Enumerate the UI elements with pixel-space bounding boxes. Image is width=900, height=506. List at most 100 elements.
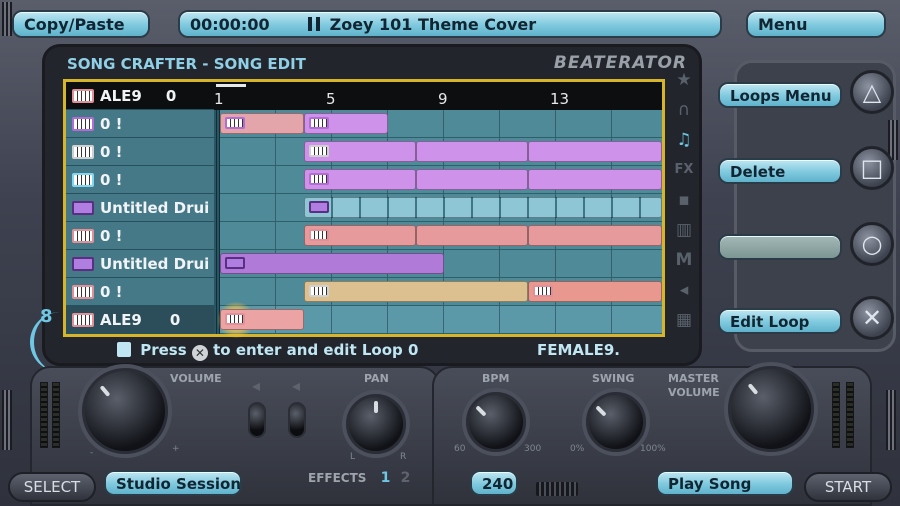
circle-button[interactable]: ○ bbox=[850, 222, 894, 266]
right-level-meter bbox=[832, 382, 840, 448]
track-row-label[interactable]: 0 ! bbox=[66, 110, 214, 138]
notes-icon[interactable]: ♫ bbox=[673, 129, 695, 151]
status-hint-text: to enter and edit Loop 0 bbox=[213, 341, 419, 359]
time-display: 00:00:00 bbox=[190, 14, 270, 34]
swing-knob[interactable] bbox=[586, 392, 646, 452]
track-label: 0 ! bbox=[100, 142, 123, 161]
loop-clip-selected[interactable] bbox=[220, 309, 304, 330]
fx-icon[interactable]: FX bbox=[673, 159, 695, 181]
loop-clip[interactable] bbox=[304, 225, 416, 246]
keyboard-icon bbox=[72, 284, 94, 299]
track-row-label-selected[interactable]: ALE9 0 bbox=[66, 306, 214, 334]
ruler-tick: 1 bbox=[214, 90, 224, 108]
volume-plus-label: + bbox=[172, 444, 180, 454]
keyboard-icon bbox=[533, 285, 553, 297]
beaterator-song-edit-screen: Copy/Paste 00:00:00 Zoey 101 Theme Cover… bbox=[0, 0, 900, 506]
track-row-label[interactable]: 0 ! bbox=[66, 166, 214, 194]
track-lane[interactable] bbox=[220, 250, 662, 278]
drum-pads-icon[interactable]: ▪ bbox=[673, 189, 695, 211]
track-row-label[interactable]: 0 ! bbox=[66, 138, 214, 166]
drum-icon bbox=[225, 257, 245, 269]
solo-toggle[interactable] bbox=[288, 402, 306, 438]
loops-menu-button[interactable]: Loops Menu bbox=[718, 82, 842, 108]
delete-button[interactable]: Delete bbox=[718, 158, 842, 184]
loop-clip[interactable] bbox=[304, 169, 416, 190]
left-top-grip bbox=[2, 2, 12, 36]
loop-clip[interactable] bbox=[304, 281, 528, 302]
loop-clip[interactable] bbox=[220, 253, 444, 274]
track-lane[interactable] bbox=[220, 138, 662, 166]
star-icon[interactable]: ★ bbox=[673, 69, 695, 91]
track-lane[interactable] bbox=[220, 278, 662, 306]
pan-label: PAN bbox=[364, 372, 389, 385]
speaker-icon[interactable]: ◂ bbox=[673, 279, 695, 301]
loop-clip[interactable] bbox=[220, 113, 304, 134]
keyboard-icon bbox=[72, 172, 94, 187]
studio-session-label: Studio Session bbox=[116, 475, 242, 493]
channel-arc bbox=[30, 312, 70, 372]
delete-label: Delete bbox=[730, 163, 786, 181]
pan-knob[interactable] bbox=[346, 394, 406, 454]
effects-option-1[interactable]: 1 bbox=[381, 470, 391, 486]
select-button[interactable]: SELECT bbox=[8, 472, 96, 502]
circle-icon: ○ bbox=[861, 230, 883, 258]
copy-paste-button[interactable]: Copy/Paste bbox=[12, 10, 150, 38]
effects-selector[interactable]: EFFECTS 1 2 bbox=[308, 470, 410, 486]
bpm-knob[interactable] bbox=[466, 392, 526, 452]
loop-clip[interactable] bbox=[416, 141, 528, 162]
effects-option-2[interactable]: 2 bbox=[401, 470, 411, 486]
track-lane[interactable] bbox=[220, 194, 662, 222]
m-icon[interactable]: M bbox=[673, 249, 695, 271]
headphones-icon[interactable]: ∩ bbox=[673, 99, 695, 121]
loop-clip[interactable] bbox=[416, 169, 528, 190]
center-grille bbox=[536, 482, 578, 496]
track-row-label[interactable]: Untitled Drui bbox=[66, 194, 214, 222]
loop-clip[interactable] bbox=[528, 281, 662, 302]
solo-speaker-icon: ◂ bbox=[292, 376, 301, 395]
swing-max-label: 100% bbox=[640, 444, 666, 454]
loop-clip[interactable] bbox=[304, 197, 662, 218]
right-side-grip bbox=[886, 390, 896, 450]
track-row-label[interactable]: 0 ! bbox=[66, 278, 214, 306]
knob-indicator bbox=[475, 405, 487, 417]
header-row-name: ALE9 bbox=[100, 86, 142, 105]
loop-clip[interactable] bbox=[416, 225, 528, 246]
mute-toggle[interactable] bbox=[248, 402, 266, 438]
volume-knob[interactable] bbox=[82, 368, 168, 454]
edit-loop-button[interactable]: Edit Loop bbox=[718, 308, 842, 334]
triangle-button[interactable]: △ bbox=[850, 70, 894, 114]
studio-session-button[interactable]: Studio Session bbox=[104, 470, 242, 496]
loop-clip[interactable] bbox=[528, 141, 662, 162]
loop-clip[interactable] bbox=[528, 169, 662, 190]
loop-clip[interactable] bbox=[304, 113, 388, 134]
cross-button[interactable]: ✕ bbox=[850, 296, 894, 340]
menu-button[interactable]: Menu bbox=[746, 10, 886, 38]
keyboard-icon bbox=[72, 116, 94, 131]
loops-menu-label: Loops Menu bbox=[730, 87, 832, 105]
timeline-ruler[interactable]: 1 5 9 13 bbox=[214, 82, 662, 110]
track-lane[interactable] bbox=[220, 222, 662, 250]
song-edit-panel: SONG CRAFTER - SONG EDIT BEATERATOR ALE9… bbox=[42, 44, 702, 366]
keyboard-icon[interactable]: ▥ bbox=[673, 219, 695, 241]
cross-icon: ✕ bbox=[861, 304, 883, 332]
track-lane[interactable] bbox=[220, 166, 662, 194]
loop-clip[interactable] bbox=[304, 141, 416, 162]
square-icon: □ bbox=[860, 154, 884, 182]
start-label: START bbox=[824, 478, 872, 496]
right-level-meter bbox=[846, 382, 854, 448]
track-row-label[interactable]: Untitled Drui bbox=[66, 250, 214, 278]
track-lane[interactable] bbox=[220, 110, 662, 138]
square-button[interactable]: □ bbox=[850, 146, 894, 190]
bpm-max-label: 300 bbox=[524, 444, 542, 454]
play-song-button[interactable]: Play Song bbox=[656, 470, 794, 496]
start-button[interactable]: START bbox=[804, 472, 892, 502]
track-row-label[interactable]: 0 ! bbox=[66, 222, 214, 250]
triangle-icon: △ bbox=[862, 78, 882, 106]
loop-clip[interactable] bbox=[528, 225, 662, 246]
select-label: SELECT bbox=[23, 478, 81, 496]
master-volume-knob[interactable] bbox=[728, 366, 814, 452]
track-lane-selected[interactable] bbox=[216, 302, 662, 338]
keyboard-icon bbox=[309, 173, 329, 185]
header-row-label: ALE9 0 bbox=[66, 82, 214, 110]
grid-icon[interactable]: ▦ bbox=[673, 309, 695, 331]
